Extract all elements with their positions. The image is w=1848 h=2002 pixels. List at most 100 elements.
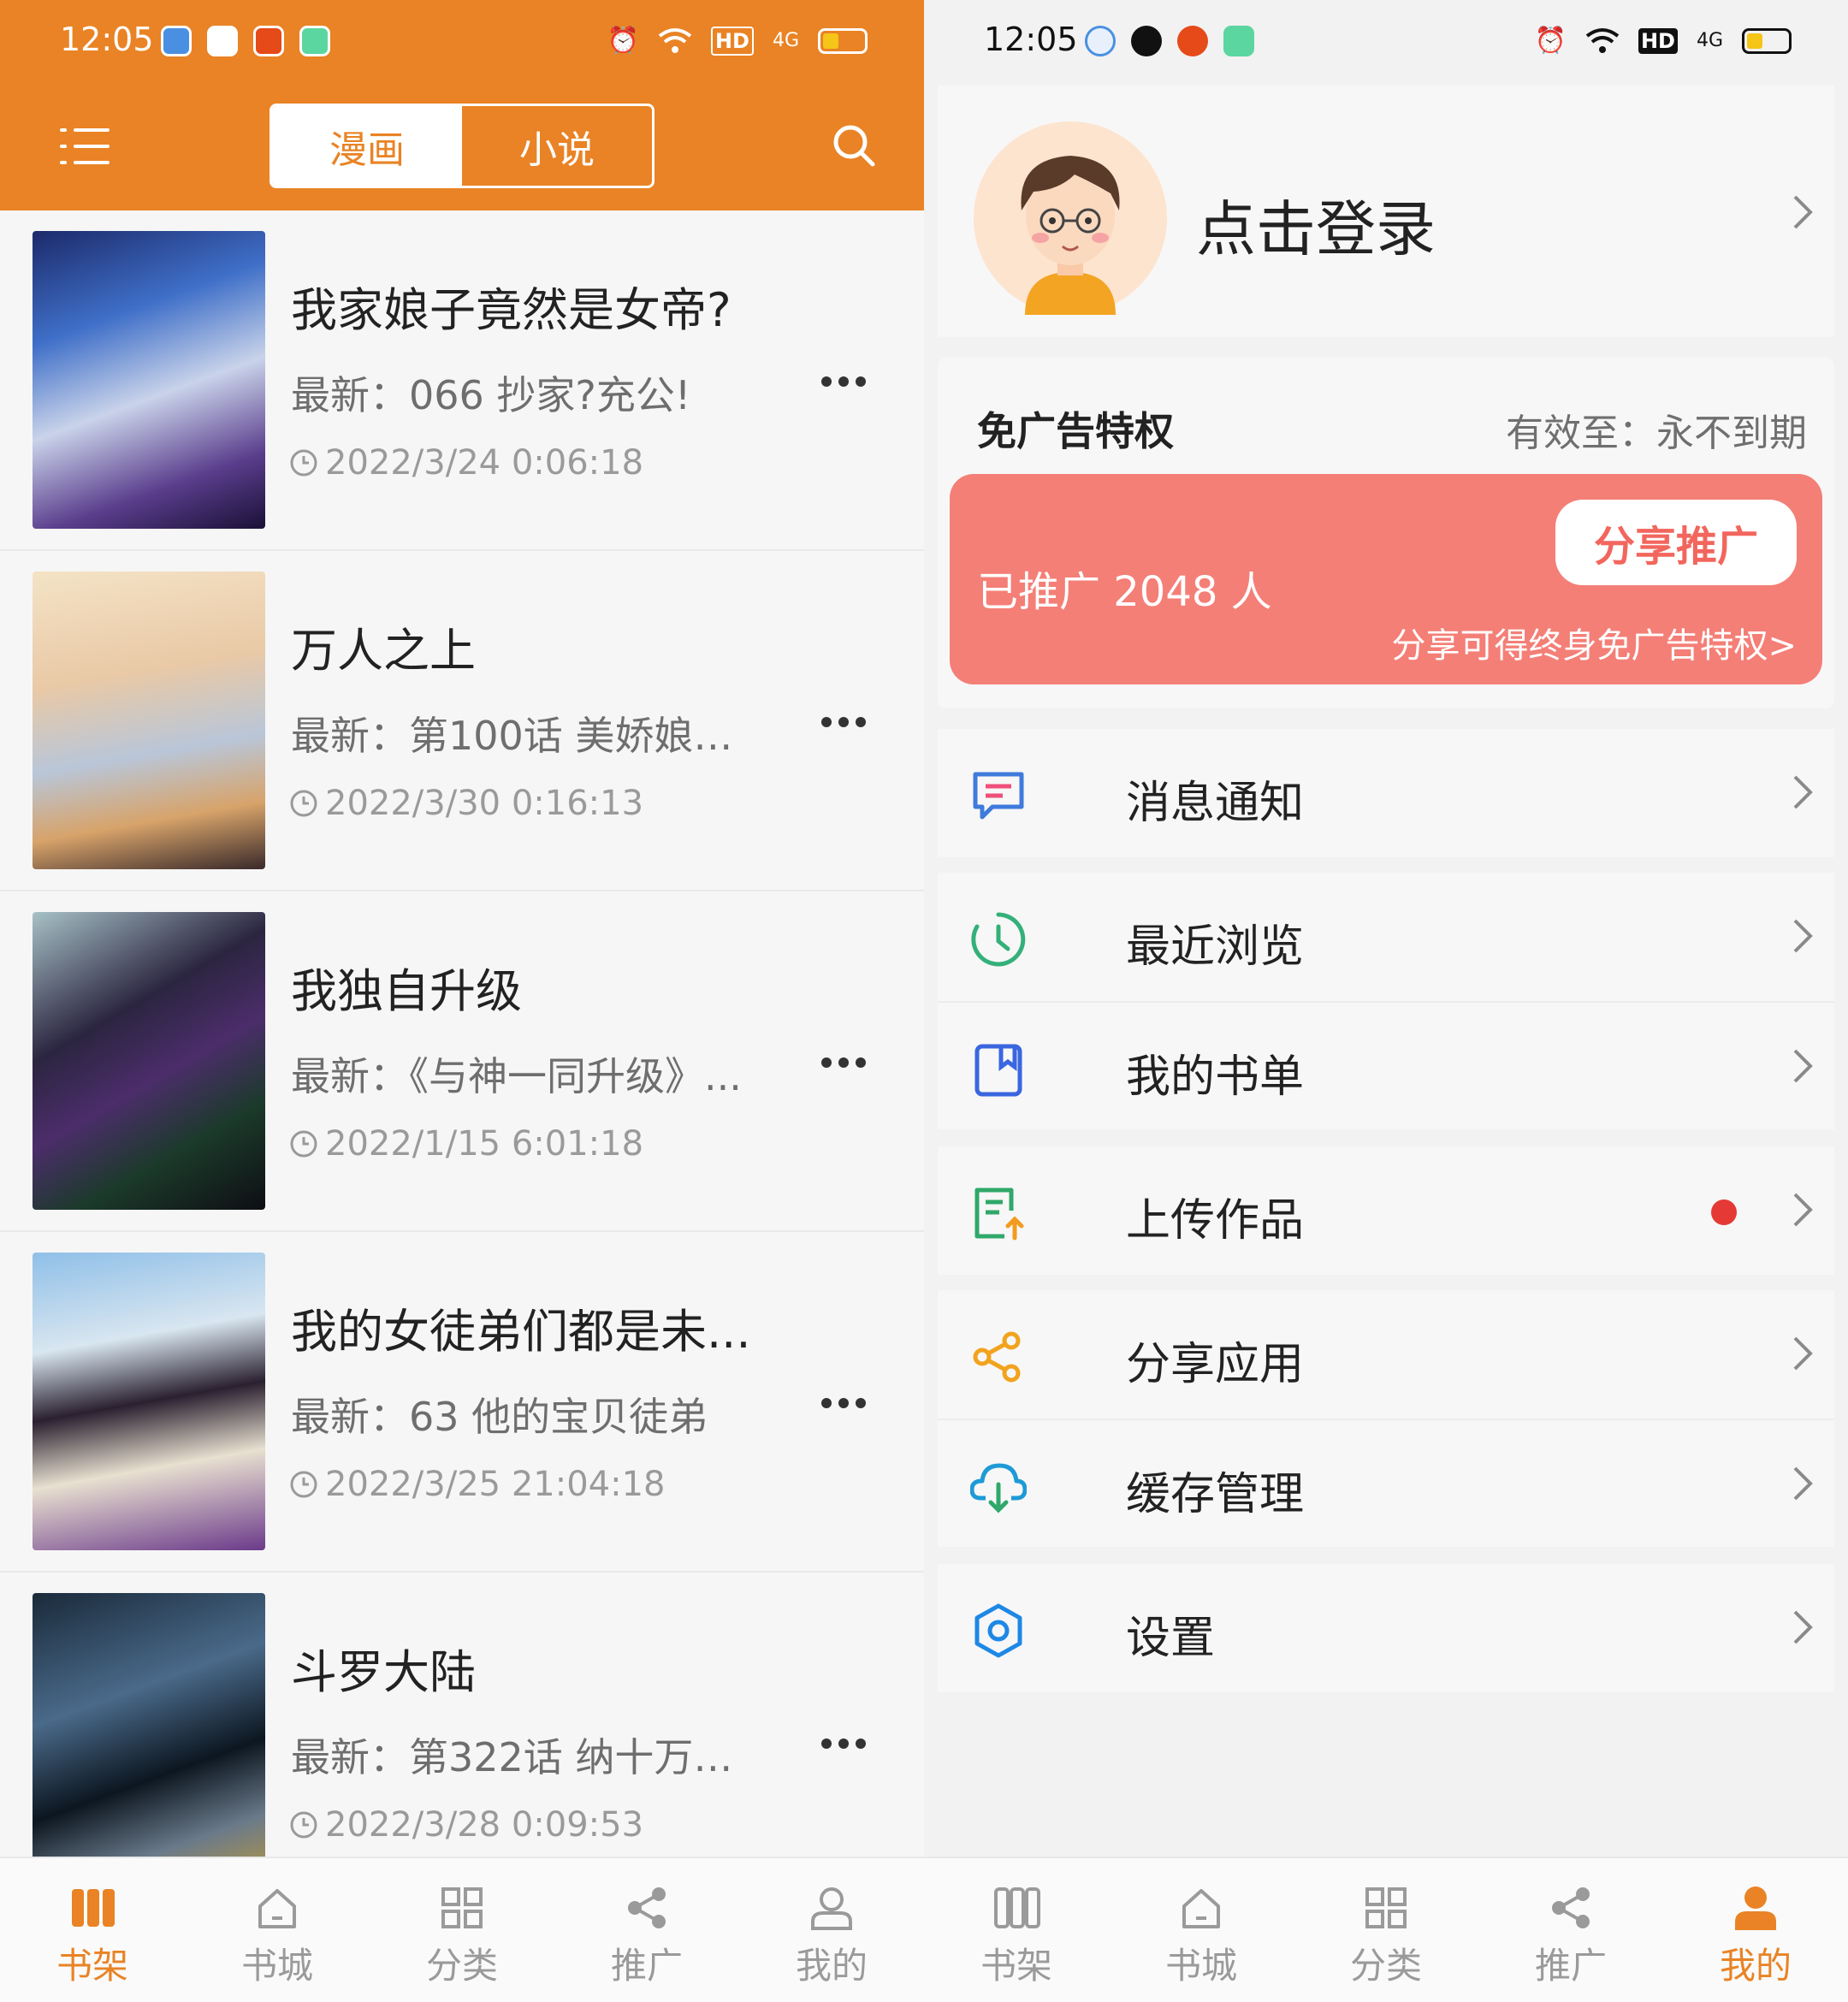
- chevron-right-icon: [1793, 1336, 1813, 1371]
- nav-bookstore[interactable]: 书城: [1109, 1858, 1294, 2002]
- book-latest-chapter: 最新：第322话 纳十万年...: [291, 1734, 770, 1780]
- tab-novels[interactable]: 小说: [462, 106, 652, 186]
- nav-mine[interactable]: 我的: [1663, 1858, 1848, 2002]
- search-icon[interactable]: [832, 123, 876, 168]
- status-app-icons: [1085, 26, 1254, 56]
- more-icon[interactable]: [821, 705, 873, 739]
- book-item[interactable]: 我的女徒弟们都是未... 最新：63 他的宝贝徒弟 2022/3/25 21:0…: [0, 1232, 924, 1573]
- cloud-download-icon: [970, 1463, 1027, 1513]
- menu-icon[interactable]: [60, 127, 110, 166]
- more-icon[interactable]: [821, 1727, 873, 1761]
- booklist-icon: [974, 1044, 1022, 1097]
- grid-icon: [441, 1887, 483, 1928]
- book-latest-chapter: 最新：63 他的宝贝徒弟: [291, 1394, 708, 1440]
- book-time-text: 2022/1/15 6:01:18: [325, 1124, 644, 1164]
- chevron-right-icon: [1793, 1466, 1813, 1501]
- book-update-time: 2022/3/30 0:16:13: [289, 784, 643, 823]
- nav-label: 分类: [425, 1945, 498, 1987]
- book-item[interactable]: 我家娘子竟然是女帝? 最新：066 抄家?充公! 2022/3/24 0:06:…: [0, 210, 924, 551]
- home-icon: [1182, 1889, 1220, 1928]
- menu-item-share-app[interactable]: 分享应用: [938, 1290, 1834, 1419]
- menu-label: 设置: [1126, 1613, 1216, 1664]
- avatar[interactable]: [974, 121, 1167, 315]
- user-icon: [1735, 1886, 1776, 1930]
- status-system-icons: ⏰ HD 4G: [1535, 24, 1792, 58]
- book-cover[interactable]: [33, 1253, 265, 1550]
- menu-item-settings[interactable]: 设置: [938, 1564, 1834, 1692]
- nav-category[interactable]: 分类: [370, 1858, 554, 2002]
- more-icon[interactable]: [821, 1386, 873, 1420]
- book-title[interactable]: 斗罗大陆: [291, 1634, 476, 1702]
- share-icon: [628, 1887, 666, 1928]
- book-update-time: 2022/3/24 0:06:18: [289, 443, 643, 483]
- nav-promote[interactable]: 推广: [1478, 1858, 1663, 2002]
- share-promote-button[interactable]: 分享推广: [1555, 500, 1797, 585]
- book-title[interactable]: 我的女徒弟们都是未...: [291, 1294, 751, 1361]
- signal-icon: 4G: [772, 30, 799, 51]
- nav-label: 推广: [1534, 1945, 1607, 1987]
- share-hint-link[interactable]: 分享可得终身免广告特权>: [1391, 618, 1797, 667]
- menu-item-history[interactable]: 最近浏览: [938, 873, 1834, 1001]
- login-card[interactable]: 点击登录: [938, 86, 1834, 337]
- bookshelf-icon: [72, 1889, 115, 1927]
- book-item[interactable]: 我独自升级 最新：《与神一同升级》... 2022/1/15 6:01:18: [0, 891, 924, 1232]
- book-title[interactable]: 万人之上: [291, 613, 476, 680]
- book-update-time: 2022/3/28 0:09:53: [289, 1805, 643, 1845]
- book-time-text: 2022/3/24 0:06:18: [325, 443, 644, 483]
- book-title[interactable]: 我独自升级: [291, 953, 522, 1021]
- menu-item-messages[interactable]: 消息通知: [938, 729, 1834, 857]
- nav-label: 书城: [1164, 1945, 1237, 1987]
- chevron-right-icon: [1793, 1610, 1813, 1644]
- nav-label: 推广: [610, 1945, 683, 1987]
- nav-label: 书城: [240, 1945, 313, 1987]
- signal-icon: 4G: [1696, 30, 1723, 51]
- wechat-icon: [1131, 26, 1162, 56]
- login-label[interactable]: 点击登录: [1196, 181, 1436, 268]
- app-green-icon: [299, 26, 330, 56]
- menu-label: 我的书单: [1126, 1051, 1305, 1103]
- nav-label: 我的: [795, 1945, 868, 1987]
- bookshelf-icon: [994, 1887, 1040, 1928]
- battery-icon: [818, 28, 868, 54]
- book-cover[interactable]: [33, 912, 265, 1210]
- more-icon[interactable]: [821, 1045, 873, 1080]
- nav-promote[interactable]: 推广: [554, 1858, 739, 2002]
- nav-bookshelf[interactable]: 书架: [924, 1858, 1109, 2002]
- status-system-icons: ⏰ HD 4G: [607, 24, 868, 58]
- book-cover[interactable]: [33, 231, 265, 529]
- menu-group: 分享应用 缓存管理: [938, 1290, 1834, 1547]
- nav-label: 书架: [56, 1945, 128, 1987]
- menu-label: 最近浏览: [1126, 921, 1305, 973]
- clock-icon: [290, 1471, 317, 1498]
- more-icon[interactable]: [821, 364, 873, 399]
- nav-bookstore[interactable]: 书城: [185, 1858, 370, 2002]
- nav-category[interactable]: 分类: [1294, 1858, 1478, 2002]
- hd-icon: HD: [710, 27, 754, 56]
- menu-group: 上传作品: [938, 1146, 1834, 1275]
- share-icon: [973, 1331, 1021, 1383]
- nav-bookshelf[interactable]: 书架: [0, 1858, 185, 2002]
- upload-icon: [974, 1188, 1024, 1241]
- wechat-icon: [207, 26, 238, 56]
- menu-label: 上传作品: [1126, 1195, 1305, 1247]
- menu-item-cache[interactable]: 缓存管理: [938, 1419, 1834, 1547]
- tab-comics[interactable]: 漫画: [272, 106, 462, 186]
- home-icon: [258, 1889, 296, 1928]
- menu-item-upload[interactable]: 上传作品: [938, 1146, 1834, 1275]
- book-cover[interactable]: [33, 572, 265, 869]
- chevron-right-icon: [1793, 919, 1813, 953]
- nav-mine[interactable]: 我的: [739, 1858, 924, 2002]
- bottom-nav: 书架 书城 分类 推广 我的: [924, 1857, 1848, 2002]
- book-time-text: 2022/3/25 21:04:18: [325, 1465, 666, 1504]
- notification-dot: [1711, 1199, 1737, 1225]
- promotion-banner[interactable]: 已推广 2048 人 分享推广 分享可得终身免广告特权>: [950, 474, 1822, 684]
- status-bar: 12:05 ⏰ HD 4G: [924, 0, 1848, 82]
- menu-group: 设置: [938, 1564, 1834, 1692]
- book-cover[interactable]: [33, 1593, 265, 1891]
- book-item[interactable]: 万人之上 最新：第100话 美娇娘髅... 2022/3/30 0:16:13: [0, 551, 924, 891]
- share-icon: [1552, 1887, 1590, 1928]
- status-time: 12:05: [984, 21, 1078, 58]
- content-type-toggle: 漫画 小说: [270, 104, 654, 188]
- book-title[interactable]: 我家娘子竟然是女帝?: [291, 272, 732, 340]
- menu-item-booklist[interactable]: 我的书单: [938, 1001, 1834, 1129]
